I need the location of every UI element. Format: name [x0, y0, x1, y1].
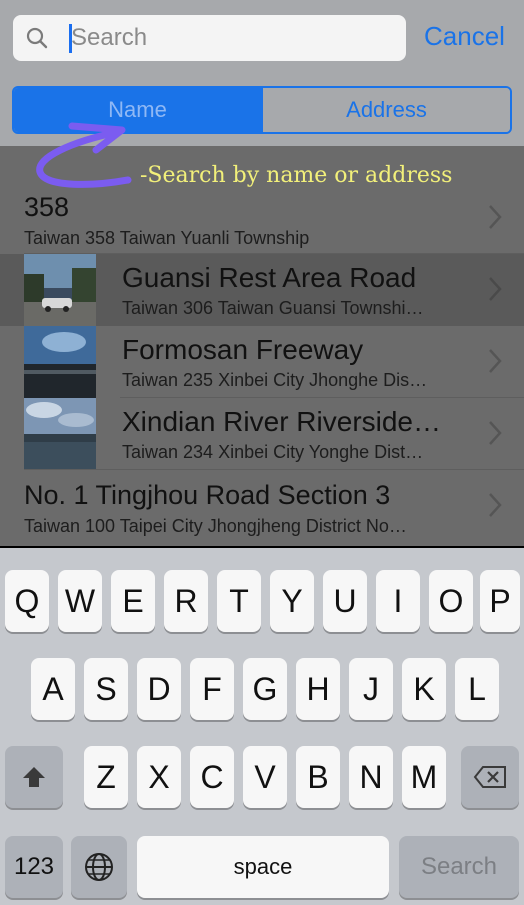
chevron-right-icon — [489, 349, 502, 373]
result-subtitle: Taiwan 306 Taiwan Guansi Townshi… — [122, 298, 424, 318]
result-row[interactable]: Xindian River Riverside… Taiwan 234 Xinb… — [0, 398, 524, 470]
key-t[interactable]: T — [217, 570, 261, 632]
search-field[interactable] — [13, 15, 406, 61]
result-row[interactable]: Formosan Freeway Taiwan 235 Xinbei City … — [0, 326, 524, 398]
result-subtitle: Taiwan 234 Xinbei City Yonghe Dist… — [122, 442, 424, 462]
key-z[interactable]: Z — [84, 746, 128, 808]
search-key[interactable]: Search — [399, 836, 519, 898]
place-photo-thumbnail — [24, 398, 96, 470]
result-row[interactable]: Guansi Rest Area Road Taiwan 306 Taiwan … — [0, 254, 524, 326]
result-title: Xindian River Riverside… — [122, 406, 442, 437]
chevron-right-icon — [489, 277, 502, 301]
key-l[interactable]: L — [455, 658, 499, 720]
result-title: No. 1 Tingjhou Road Section 3 — [24, 480, 391, 510]
chevron-right-icon — [489, 493, 502, 517]
key-r[interactable]: R — [164, 570, 208, 632]
key-k[interactable]: K — [402, 658, 446, 720]
result-row[interactable]: No. 1 Tingjhou Road Section 3 Taiwan 100… — [0, 470, 524, 542]
key-y[interactable]: Y — [270, 570, 314, 632]
search-header: Cancel Name Address — [0, 0, 524, 146]
globe-key[interactable] — [71, 836, 127, 898]
key-h[interactable]: H — [296, 658, 340, 720]
result-subtitle: Taiwan 235 Xinbei City Jhonghe Dis… — [122, 370, 428, 390]
results-list: 358 Taiwan 358 Taiwan Yuanli Township Gu… — [0, 146, 524, 546]
key-w[interactable]: W — [58, 570, 102, 632]
key-q[interactable]: Q — [5, 570, 49, 632]
on-screen-keyboard: Q W E R T Y U I O P A S D F G H J K L Z … — [0, 548, 524, 905]
search-input[interactable] — [71, 21, 391, 55]
segment-name[interactable]: Name — [14, 88, 261, 132]
result-title: Formosan Freeway — [122, 334, 364, 365]
numbers-key[interactable]: 123 — [5, 836, 63, 898]
search-icon — [26, 27, 48, 49]
result-row[interactable]: 358 Taiwan 358 Taiwan Yuanli Township — [0, 182, 524, 254]
result-subtitle: Taiwan 358 Taiwan Yuanli Township — [24, 228, 310, 248]
place-photo-thumbnail — [24, 254, 96, 326]
key-b[interactable]: B — [296, 746, 340, 808]
key-g[interactable]: G — [243, 658, 287, 720]
key-p[interactable]: P — [480, 570, 520, 632]
shift-arrow-icon — [23, 767, 45, 787]
key-v[interactable]: V — [243, 746, 287, 808]
result-title: Guansi Rest Area Road — [122, 262, 417, 293]
key-f[interactable]: F — [190, 658, 234, 720]
cancel-button[interactable]: Cancel — [424, 18, 505, 54]
chevron-right-icon — [489, 421, 502, 445]
space-key[interactable]: space — [137, 836, 389, 898]
segment-address[interactable]: Address — [261, 88, 510, 132]
key-j[interactable]: J — [349, 658, 393, 720]
shift-key[interactable] — [5, 746, 63, 808]
key-u[interactable]: U — [323, 570, 367, 632]
key-o[interactable]: O — [429, 570, 473, 632]
key-e[interactable]: E — [111, 570, 155, 632]
backspace-icon — [473, 766, 506, 788]
place-photo-thumbnail — [24, 326, 96, 398]
key-a[interactable]: A — [31, 658, 75, 720]
result-subtitle: Taiwan 100 Taipei City Jhongjheng Distri… — [24, 516, 407, 536]
key-s[interactable]: S — [84, 658, 128, 720]
search-scope-control: Name Address — [12, 86, 512, 134]
key-i[interactable]: I — [376, 570, 420, 632]
delete-key[interactable] — [461, 746, 519, 808]
key-x[interactable]: X — [137, 746, 181, 808]
result-title: 358 — [24, 192, 70, 222]
chevron-right-icon — [489, 205, 502, 229]
globe-icon — [85, 853, 113, 881]
key-n[interactable]: N — [349, 746, 393, 808]
key-c[interactable]: C — [190, 746, 234, 808]
key-d[interactable]: D — [137, 658, 181, 720]
key-m[interactable]: M — [402, 746, 446, 808]
